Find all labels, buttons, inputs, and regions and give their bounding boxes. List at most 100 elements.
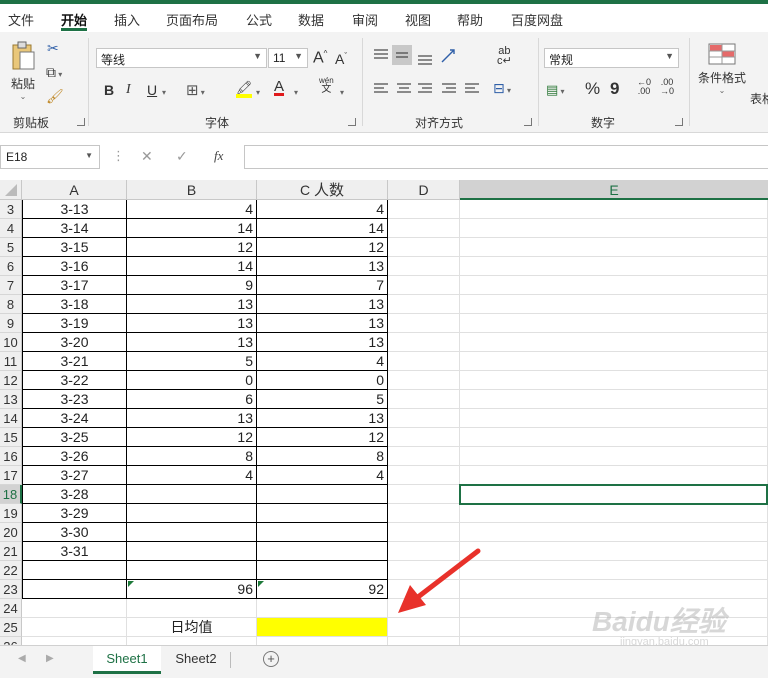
cell-a[interactable]: 3-28 (22, 485, 127, 504)
merge-center-icon[interactable]: ⊟ ▾ (493, 80, 511, 97)
cell-a[interactable]: 3-16 (22, 257, 127, 276)
cell-c[interactable] (257, 561, 388, 580)
row-header[interactable]: 11 (0, 352, 22, 371)
cell-c[interactable] (257, 599, 388, 618)
cell-e[interactable] (460, 238, 768, 257)
cell-e[interactable] (460, 314, 768, 333)
cell-e[interactable] (460, 200, 768, 219)
cell-a[interactable]: 3-20 (22, 333, 127, 352)
row-header[interactable]: 15 (0, 428, 22, 447)
cell-d[interactable] (388, 371, 460, 390)
cell-a[interactable] (22, 580, 127, 599)
row-header[interactable]: 18 (0, 485, 22, 504)
cell-a[interactable]: 3-17 (22, 276, 127, 295)
cell-d[interactable] (388, 523, 460, 542)
cell-a[interactable]: 3-29 (22, 504, 127, 523)
cancel-icon[interactable]: ✕ (141, 148, 153, 165)
cell-c[interactable] (257, 485, 388, 504)
cell-b[interactable] (127, 561, 257, 580)
sheet-tab-sheet2[interactable]: Sheet2 (164, 646, 228, 674)
cell-d[interactable] (388, 314, 460, 333)
cell-b[interactable]: 14 (127, 219, 257, 238)
cell-a[interactable]: 3-25 (22, 428, 127, 447)
cell-d[interactable] (388, 333, 460, 352)
tab-home[interactable]: 开始 (61, 10, 87, 29)
select-all-corner[interactable] (0, 180, 22, 200)
cell-c[interactable]: 4 (257, 200, 388, 219)
cell-a[interactable] (22, 637, 127, 645)
cell-a[interactable]: 3-30 (22, 523, 127, 542)
cell-e[interactable] (460, 257, 768, 276)
italic-button[interactable]: I (126, 82, 131, 98)
alignment-launcher-icon[interactable] (524, 118, 532, 126)
cell-b[interactable] (127, 542, 257, 561)
chevron-down-icon[interactable]: ▾ (256, 84, 260, 98)
tab-baidu-netdisk[interactable]: 百度网盘 (511, 10, 563, 29)
cell-d[interactable] (388, 352, 460, 371)
cell-a[interactable]: 3-23 (22, 390, 127, 409)
clipboard-launcher-icon[interactable] (77, 118, 85, 126)
cell-c[interactable]: 13 (257, 333, 388, 352)
cell-b[interactable] (127, 637, 257, 645)
cell-c[interactable]: 4 (257, 352, 388, 371)
cell-b[interactable] (127, 523, 257, 542)
row-header[interactable]: 26 (0, 637, 22, 645)
cell-c[interactable]: 5 (257, 390, 388, 409)
cell-d[interactable] (388, 219, 460, 238)
cell-b[interactable]: 6 (127, 390, 257, 409)
cell-c[interactable] (257, 523, 388, 542)
cell-c[interactable] (257, 542, 388, 561)
cell-c[interactable]: 92 (257, 580, 388, 599)
cell-b[interactable]: 13 (127, 333, 257, 352)
row-header[interactable]: 8 (0, 295, 22, 314)
shrink-font-button[interactable]: Aˇ (335, 51, 347, 67)
cell-b[interactable]: 13 (127, 295, 257, 314)
tab-help[interactable]: 帮助 (457, 10, 483, 29)
number-launcher-icon[interactable] (675, 118, 683, 126)
cell-d[interactable] (388, 276, 460, 295)
row-header[interactable]: 19 (0, 504, 22, 523)
row-header[interactable]: 6 (0, 257, 22, 276)
cell-b[interactable]: 9 (127, 276, 257, 295)
cell-b[interactable]: 4 (127, 466, 257, 485)
chevron-down-icon[interactable]: ▾ (162, 84, 166, 98)
cell-e[interactable] (460, 561, 768, 580)
cell-d[interactable] (388, 485, 460, 504)
cell-d[interactable] (388, 504, 460, 523)
cell-e[interactable] (460, 219, 768, 238)
cell-d[interactable] (388, 447, 460, 466)
cell-a[interactable]: 3-14 (22, 219, 127, 238)
chevron-down-icon[interactable]: ▾ (294, 84, 298, 98)
cell-e[interactable] (460, 523, 768, 542)
cell-d[interactable] (388, 466, 460, 485)
cell-a[interactable]: 3-27 (22, 466, 127, 485)
row-header[interactable]: 23 (0, 580, 22, 599)
cell-b[interactable] (127, 485, 257, 504)
column-header-d[interactable]: D (388, 180, 460, 200)
underline-button[interactable]: U (147, 82, 157, 98)
column-header-a[interactable]: A (22, 180, 127, 200)
cell-c[interactable]: 14 (257, 219, 388, 238)
chevron-down-icon[interactable]: ▾ (340, 84, 344, 98)
cell-b[interactable]: 8 (127, 447, 257, 466)
font-name-select[interactable]: 等线 ▼ (96, 48, 267, 68)
cell-a[interactable] (22, 618, 127, 637)
cell-e[interactable] (460, 276, 768, 295)
tab-data[interactable]: 数据 (298, 10, 324, 29)
enter-icon[interactable]: ✓ (176, 148, 188, 165)
cell-e[interactable] (460, 390, 768, 409)
cell-c[interactable]: 13 (257, 257, 388, 276)
row-header[interactable]: 14 (0, 409, 22, 428)
cell-d[interactable] (388, 618, 460, 637)
conditional-format-button[interactable]: 条件格式 ⌄ (694, 42, 750, 95)
cell-e[interactable] (460, 409, 768, 428)
font-color-button[interactable]: A (274, 78, 284, 95)
cell-c[interactable] (257, 504, 388, 523)
cell-c[interactable]: 13 (257, 314, 388, 333)
cell-a[interactable] (22, 599, 127, 618)
row-header[interactable]: 20 (0, 523, 22, 542)
cell-c[interactable]: 13 (257, 295, 388, 314)
cell-c[interactable]: 12 (257, 238, 388, 257)
cell-e[interactable] (460, 371, 768, 390)
decrease-decimal-icon[interactable]: .00 →0 (660, 78, 674, 96)
